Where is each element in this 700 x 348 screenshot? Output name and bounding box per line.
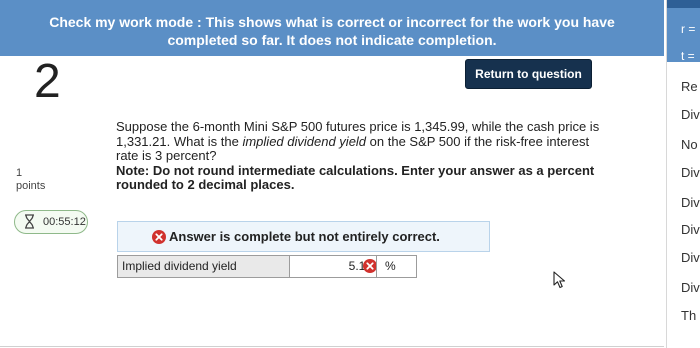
side-item: Div (681, 165, 700, 180)
banner-line-1: Check my work mode : This shows what is … (49, 14, 615, 30)
incorrect-x-icon (152, 230, 166, 249)
side-item: Div (681, 195, 700, 210)
timer-value: 00:55:12 (43, 216, 86, 228)
points-value: 1 (16, 167, 23, 179)
banner-line-2: completed so far. It does not indicate c… (167, 32, 497, 48)
points-label: points (16, 180, 46, 192)
answer-label: Implied dividend yield (118, 256, 290, 277)
side-item: Div (681, 222, 700, 237)
timer[interactable]: 00:55:12 (14, 210, 88, 234)
question-emphasis: implied dividend yield (242, 133, 367, 149)
question-number: 2 (34, 55, 61, 108)
side-item: r = (681, 22, 696, 36)
mouse-cursor-icon (553, 271, 567, 294)
side-panel-top-strip (667, 0, 700, 8)
side-item: Div (681, 107, 700, 122)
side-item: Div (681, 250, 700, 265)
hourglass-icon (24, 214, 35, 232)
result-feedback: Answer is complete but not entirely corr… (117, 221, 490, 252)
incorrect-x-icon (363, 259, 377, 276)
answer-row: Implied dividend yield 5.19 % (117, 255, 417, 278)
question-note: Note: Do not round intermediate calculat… (116, 162, 595, 192)
return-to-question-button[interactable]: Return to question (465, 59, 592, 89)
result-text: Answer is complete but not entirely corr… (169, 229, 440, 244)
bottom-divider (0, 346, 664, 347)
question-text: Suppose the 6-month Mini S&P 500 futures… (116, 119, 606, 193)
answer-unit: % (376, 256, 416, 277)
side-item: Re (681, 79, 698, 94)
check-my-work-banner: Check my work mode : This shows what is … (0, 0, 664, 56)
side-item: No (681, 137, 698, 152)
side-item: t = (681, 49, 695, 63)
side-item: Th (681, 308, 697, 323)
side-panel[interactable]: r = t = Re Div No Div Div Div Div Div Th (666, 0, 700, 348)
side-item: Div (681, 280, 700, 295)
